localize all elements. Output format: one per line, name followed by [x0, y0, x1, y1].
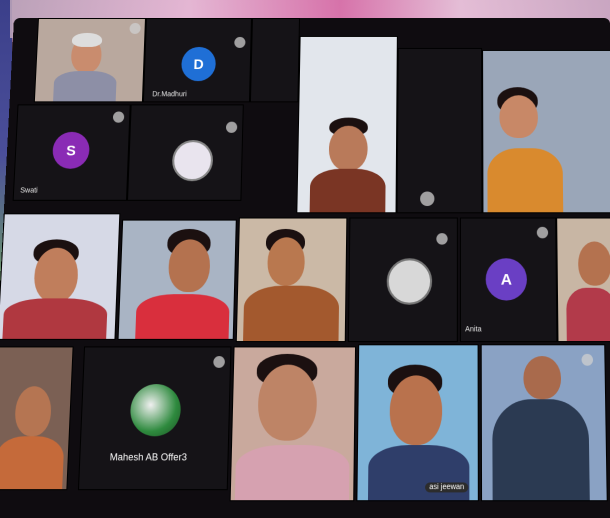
- participant-tile-9[interactable]: [347, 217, 458, 343]
- participant-tile-s[interactable]: S Swati: [12, 104, 131, 201]
- avatar-a: A: [485, 258, 528, 301]
- participant-body: [492, 399, 590, 501]
- speaker-badge: asi jeewan: [425, 482, 469, 493]
- participant-face: [328, 125, 368, 171]
- participant-body: [309, 168, 386, 214]
- participant-body: [487, 148, 564, 213]
- participant-face: [14, 386, 53, 437]
- participant-tile-a[interactable]: A Anita: [459, 217, 558, 343]
- participant-face: [499, 95, 539, 139]
- avatar-photo: [129, 384, 182, 437]
- participant-tile-speaker: asi jeewan: [356, 344, 479, 502]
- participant-tile-empty: [249, 18, 300, 103]
- photo: D Dr.Madhuri S Swati A Anita Mahesh AB O…: [0, 0, 610, 518]
- participant-tile-4: [482, 49, 610, 214]
- camera-indicator: [420, 191, 435, 207]
- avatar-s: S: [51, 131, 91, 169]
- participant-body: [566, 287, 610, 342]
- avatar-d: D: [180, 46, 217, 82]
- participant-body: [2, 298, 108, 339]
- participant-body: [53, 71, 117, 102]
- camera-indicator: [225, 121, 238, 133]
- participant-name: Anita: [465, 326, 482, 334]
- participant-name: Mahesh AB Offer3: [109, 451, 188, 463]
- participant-tile-5[interactable]: [126, 104, 244, 201]
- participant-face: [389, 375, 443, 446]
- camera-indicator: [129, 22, 141, 34]
- participant-face: [33, 247, 79, 303]
- participant-tile-8: [235, 217, 348, 343]
- avatar-photo: [386, 258, 433, 305]
- participant-tile-6: [0, 213, 121, 340]
- participant-hair: [71, 32, 103, 47]
- camera-indicator: [436, 233, 448, 245]
- participant-face: [167, 239, 211, 293]
- participant-body: [0, 436, 65, 490]
- participant-face: [257, 364, 318, 441]
- participant-tile-1: [33, 18, 146, 103]
- camera-indicator: [213, 356, 225, 368]
- participant-tile-2: [296, 35, 398, 214]
- participant-tile-d[interactable]: D Dr.Madhuri: [142, 18, 252, 103]
- camera-indicator: [536, 226, 549, 239]
- participant-tile-3: [396, 47, 483, 214]
- avatar-photo: [171, 140, 214, 182]
- video-call-screen: D Dr.Madhuri S Swati A Anita Mahesh AB O…: [0, 18, 610, 518]
- participant-face: [523, 356, 562, 400]
- camera-indicator: [234, 36, 246, 48]
- participant-body: [135, 294, 230, 339]
- camera-indicator: [112, 111, 125, 123]
- participant-tile-13: [480, 344, 608, 502]
- participant-name: Dr.Madhuri: [152, 91, 187, 99]
- participant-body: [234, 445, 350, 501]
- participant-tile-10: [556, 217, 610, 343]
- participant-face: [267, 237, 306, 286]
- participant-face: [577, 241, 610, 286]
- camera-indicator: [581, 353, 594, 366]
- participant-tile-7: [117, 219, 237, 340]
- participant-tile-mahesh[interactable]: Mahesh AB Offer3: [77, 346, 232, 491]
- participant-tile-11: [0, 346, 74, 491]
- participant-body: [243, 285, 340, 342]
- participant-tile-12: [229, 346, 357, 502]
- participant-name: Swati: [20, 187, 38, 195]
